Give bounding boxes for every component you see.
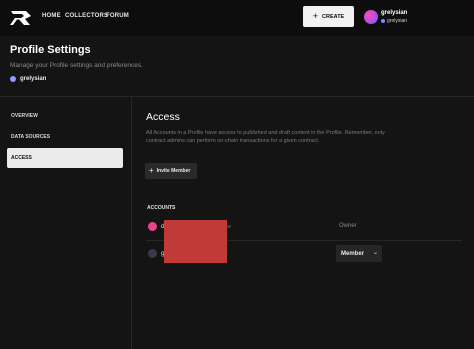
page-subtitle: Manage your Profile settings and prefere…: [10, 62, 143, 69]
avatar: [148, 222, 157, 231]
avatar: [364, 10, 378, 24]
sidebar-item-data-sources[interactable]: DATA SOURCES: [7, 127, 123, 147]
sidebar-item-access[interactable]: ACCESS: [7, 148, 123, 168]
role-select[interactable]: Member ⌄: [336, 245, 382, 262]
account-role: Owner: [339, 223, 357, 229]
sidebar-divider: [131, 97, 132, 349]
section-description: All Accounts in a Profile have access to…: [146, 130, 385, 145]
logo-icon[interactable]: [10, 10, 32, 26]
redaction-box: [164, 220, 227, 263]
profile-handle: grelysian: [20, 76, 47, 82]
chevron-down-icon: ⌄: [372, 250, 378, 256]
plus-icon: +: [312, 11, 319, 21]
user-menu[interactable]: grelysian grelysian: [364, 9, 464, 27]
invite-member-label: Invite Member: [156, 168, 191, 174]
nav-home-link[interactable]: HOME: [42, 13, 61, 19]
create-button-label: CREATE: [322, 13, 345, 20]
section-title: Access: [146, 111, 180, 123]
nav-collectors-link[interactable]: COLLECTORS: [65, 13, 108, 19]
sidebar-item-overview[interactable]: OVERVIEW: [7, 106, 123, 126]
page-title: Profile Settings: [10, 44, 91, 56]
avatar: [148, 249, 157, 258]
account-email: w: [227, 224, 231, 230]
header-divider: [0, 96, 474, 97]
create-button[interactable]: + CREATE: [303, 6, 354, 27]
invite-member-button[interactable]: + Invite Member: [145, 163, 197, 179]
nav-forum-link[interactable]: FORUM: [106, 13, 129, 19]
accounts-heading: ACCOUNTS: [147, 205, 176, 211]
user-handle: grelysian: [387, 18, 408, 24]
plus-icon: +: [149, 166, 154, 175]
profile-handle-dot-icon: [10, 76, 16, 82]
top-navbar: HOME COLLECTORS FORUM + CREATE grelysian…: [0, 0, 474, 36]
role-select-value: Member: [341, 250, 365, 257]
user-handle-dot-icon: [381, 19, 385, 23]
user-name: grelysian: [381, 10, 408, 16]
